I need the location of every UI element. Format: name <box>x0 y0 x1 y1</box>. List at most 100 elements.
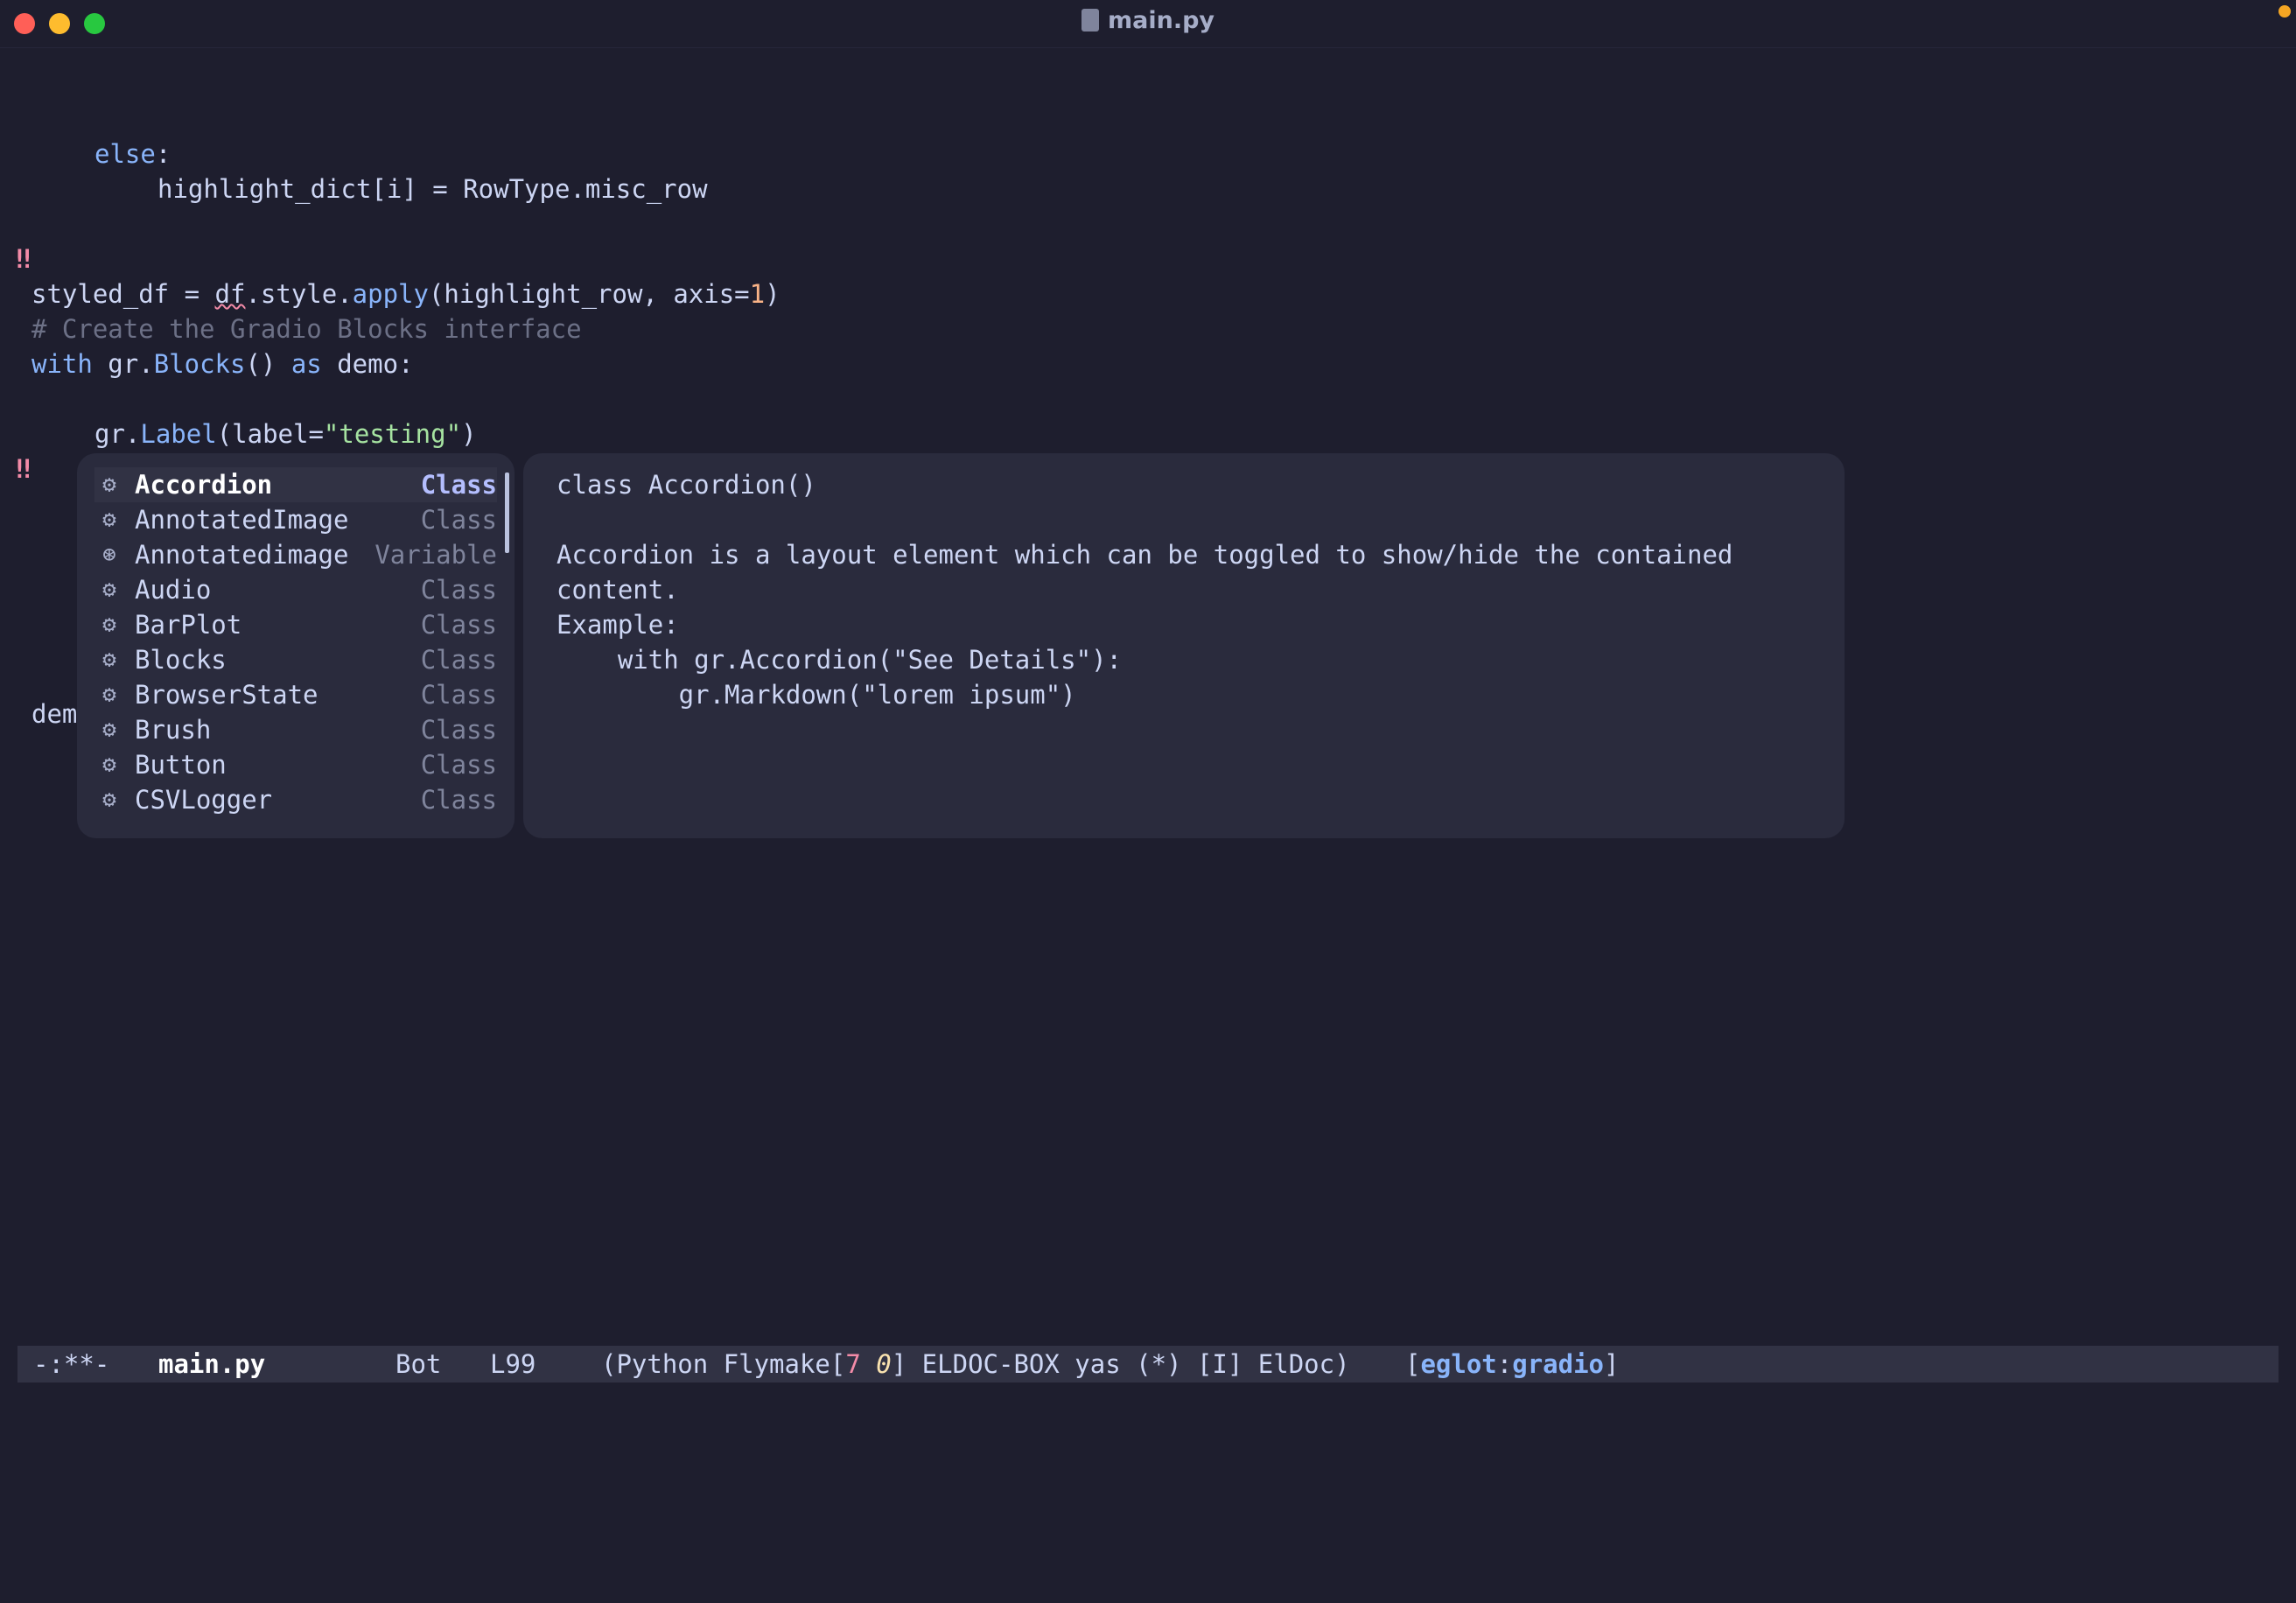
documentation-text: class Accordion() Accordion is a layout e… <box>556 467 1732 712</box>
mode-line: -:**- main.py Bot L99 (Python Flymake[7 … <box>18 1346 2278 1382</box>
eglot-project: gradio <box>1512 1349 1605 1379</box>
string-literal: "testing" <box>323 419 462 449</box>
python-file-icon <box>1081 9 1099 32</box>
mode-text: (Python Flymake[ <box>601 1349 846 1379</box>
completion-label: Blocks <box>135 645 227 675</box>
flymake-warning-count: 0 <box>876 1349 892 1379</box>
buffer-name[interactable]: main.py <box>158 1346 265 1382</box>
buffer-position: Bot <box>396 1349 442 1379</box>
completion-item[interactable]: ⚙ Button Class <box>94 747 497 782</box>
completion-popup[interactable]: ⚙ Accordion Class ⚙ AnnotatedImage Class ⊛ Anno… <box>77 453 514 838</box>
completion-item[interactable]: ⚙ BrowserState Class <box>94 677 497 712</box>
completion-label: AnnotatedImage <box>135 505 349 535</box>
code-text: (label= <box>216 419 324 449</box>
function-name: Label <box>140 419 217 449</box>
notification-dot-icon <box>2278 5 2291 18</box>
line-number: L99 <box>490 1349 536 1379</box>
mode-text: : <box>1496 1349 1513 1379</box>
code-text: : <box>155 139 172 169</box>
mode-text: ] <box>1604 1349 1620 1379</box>
completion-label: Brush <box>135 715 212 745</box>
diagnostic-underline: df <box>214 279 246 309</box>
code-text: ) <box>765 279 780 309</box>
completion-kind: Class <box>420 645 497 675</box>
class-icon: ⚙ <box>102 682 116 708</box>
doc-line: Example: <box>556 610 679 640</box>
mode-text: [ <box>1405 1349 1421 1379</box>
keyword: as <box>290 349 322 379</box>
code-text: ) <box>461 419 477 449</box>
number-literal: 1 <box>749 279 766 309</box>
major-mode[interactable]: (Python Flymake[7 0] ELDOC-BOX yas (*) [… <box>601 1346 1350 1382</box>
doc-line: class Accordion() <box>556 470 816 500</box>
class-icon: ⚙ <box>102 577 116 603</box>
keyword: else <box>94 139 156 169</box>
window-title: main.py <box>0 7 2296 34</box>
code-text: dem <box>32 699 78 729</box>
code-text: gr. <box>94 419 141 449</box>
code-line: ‼ gr. <box>0 416 144 519</box>
variable-icon: ⊛ <box>102 542 116 568</box>
class-icon: ⚙ <box>102 507 116 533</box>
class-icon: ⚙ <box>102 787 116 813</box>
completion-kind: Class <box>420 715 497 745</box>
completion-item[interactable]: ⚙ Audio Class <box>94 572 497 607</box>
doc-line: gr.Markdown("lorem ipsum") <box>556 680 1076 710</box>
code-line: dem <box>0 662 77 729</box>
completion-item[interactable]: ⚙ CSVLogger Class <box>94 782 497 817</box>
class-icon: ⚙ <box>102 647 116 673</box>
class-icon: ⚙ <box>102 717 116 743</box>
code-text: (highlight_row, axis= <box>428 279 750 309</box>
completion-kind: Variable <box>374 540 497 570</box>
completion-item[interactable]: ⚙ Brush Class <box>94 712 497 747</box>
completion-kind: Class <box>420 750 497 780</box>
completion-label: Button <box>135 750 227 780</box>
completion-list[interactable]: ⚙ Accordion Class ⚙ AnnotatedImage Class ⊛ Anno… <box>94 467 497 817</box>
completion-kind: Class <box>420 680 497 710</box>
window-title-text: main.py <box>1107 7 1214 34</box>
doc-line <box>556 502 1732 537</box>
title-bar: main.py <box>0 0 2296 48</box>
error-marker-icon: ‼ <box>16 244 32 274</box>
completion-kind: Class <box>420 575 497 605</box>
code-text: () <box>245 349 291 379</box>
function-name: Blocks <box>153 349 246 379</box>
completion-label: BrowserState <box>135 680 318 710</box>
doc-line: content. <box>556 575 679 605</box>
completion-item[interactable]: ⚙ AnnotatedImage Class <box>94 502 497 537</box>
completion-kind: Class <box>420 785 497 815</box>
completion-scrollbar[interactable] <box>505 472 509 553</box>
code-line: with gr.Blocks() as demo: <box>0 312 414 379</box>
completion-label: CSVLogger <box>135 785 273 815</box>
code-line: gr.Label(label="testing") <box>0 382 477 449</box>
class-icon: ⚙ <box>102 752 116 778</box>
flymake-error-count: 7 <box>845 1349 861 1379</box>
doc-line: Accordion is a layout element which can … <box>556 540 1733 570</box>
completion-item[interactable]: ⚙ BarPlot Class <box>94 607 497 642</box>
completion-item[interactable]: ⚙ Accordion Class <box>94 467 497 502</box>
code-text: demo: <box>321 349 414 379</box>
function-name: apply <box>352 279 429 309</box>
mode-text: ] ELDOC-BOX yas (*) [I] ElDoc) <box>891 1349 1350 1379</box>
completion-item[interactable]: ⚙ Blocks Class <box>94 642 497 677</box>
code-line: ‼ styled_df = df.style.apply(highlight_r… <box>0 206 780 309</box>
completion-label: BarPlot <box>135 610 242 640</box>
completion-kind: Class <box>420 610 497 640</box>
code-text: .style. <box>245 279 353 309</box>
completion-label: Accordion <box>135 470 273 500</box>
completion-item[interactable]: ⊛ Annotatedimage Variable <box>94 537 497 572</box>
code-line: # Create the Gradio Blocks interface <box>0 276 582 344</box>
completion-label: Audio <box>135 575 212 605</box>
eglot-label: eglot <box>1420 1349 1497 1379</box>
code-comment: # Create the Gradio Blocks interface <box>32 314 582 344</box>
completion-label: Annotatedimage <box>135 540 349 570</box>
code-line: highlight_dict[i] = RowType.misc_row <box>0 136 708 204</box>
buffer-status: -:**- <box>33 1349 110 1379</box>
doc-line: with gr.Accordion("See Details"): <box>556 645 1123 675</box>
code-text: highlight_dict[i] = RowType.misc_row <box>158 174 708 204</box>
keyword: with <box>32 349 93 379</box>
eglot-status[interactable]: [eglot:gradio] <box>1405 1346 1619 1382</box>
documentation-popup: class Accordion() Accordion is a layout e… <box>523 453 1844 838</box>
error-marker-icon: ‼ <box>16 454 32 484</box>
class-icon: ⚙ <box>102 612 116 638</box>
